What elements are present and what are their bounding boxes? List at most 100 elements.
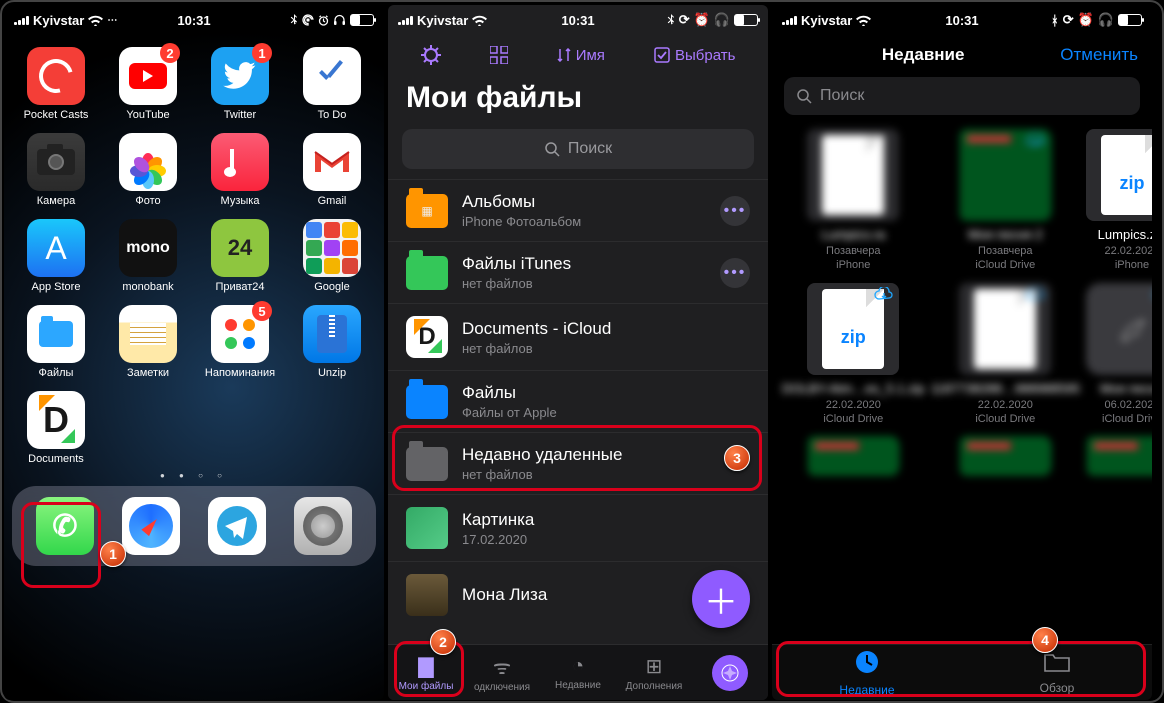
file-item[interactable]: Моя песня 2ПозавчераiCloud Drive [931,129,1080,273]
tab-recents[interactable]: ◔Недавние [540,645,616,700]
view-toggle-button[interactable] [490,46,508,64]
app-label: YouTube [108,109,188,121]
file-row-image[interactable]: Картинка17.02.2020 [388,494,768,561]
app-pocketcasts[interactable]: Pocket Casts [16,47,96,121]
dock-settings[interactable] [294,497,352,555]
app-monobank[interactable]: monomonobank [108,219,188,293]
app-files[interactable]: Файлы [16,305,96,379]
screenshot-documents-app: 10:31 Kyivstar ⟳ ⏰ 🎧 Имя Выбрать Мои фай… [388,5,768,700]
folder-row-files[interactable]: ФайлыФайлы от Apple [388,370,768,432]
step-pointer-2: 2 [430,629,456,655]
folder-row-icloud[interactable]: DDocuments - iCloudнет файлов [388,303,768,370]
status-bar: 10:31 Kyivstar ᚼ ⟳ ⏰ 🎧 [772,5,1152,35]
cloud-download-icon [873,287,895,303]
folder-icon [1043,651,1071,679]
file-item[interactable]: 1187738288…98898859522.02.2020iCloud Dri… [931,283,1080,427]
dock-safari[interactable] [122,497,180,555]
app-gmail[interactable]: Gmail [292,133,372,207]
app-appstore[interactable]: AApp Store [16,219,96,293]
status-time: 10:31 [388,13,768,28]
page-title: Мои файлы [388,75,768,129]
file-item[interactable]: zipLumpics.zip22.02.2020iPhone [1086,129,1152,273]
search-icon [796,88,812,104]
app-todo[interactable]: To Do [292,47,372,121]
app-label: Приват24 [200,281,280,293]
settings-button[interactable] [421,45,441,65]
file-item[interactable] [1086,436,1152,482]
file-item[interactable]: Lumpics.raПозавчераiPhone [782,129,925,273]
app-label: Заметки [108,367,188,379]
badge: 1 [252,43,272,63]
sort-button[interactable]: Имя [557,47,605,64]
app-photos[interactable]: Фото [108,133,188,207]
app-unzip[interactable]: Unzip [292,305,372,379]
app-twitter[interactable]: 1Twitter [200,47,280,121]
app-label: Напоминания [200,367,280,379]
screenshot-home: 10:31 Kyivstar ⋯ Pocket Casts 2YouTube 1… [4,5,384,700]
status-time: 10:31 [4,13,384,28]
page-dots[interactable]: ● ● ○ ○ [4,469,384,486]
step-pointer-3: 3 [724,445,750,471]
search-icon [544,141,560,157]
app-notes[interactable]: Заметки [108,305,188,379]
app-label: Twitter [200,109,280,121]
app-youtube[interactable]: 2YouTube [108,47,188,121]
clock-icon: ◔ [572,655,584,678]
wifi-icon: ᯤ [493,653,511,680]
tab-browse[interactable]: Обзор [962,645,1152,700]
app-google-folder[interactable]: Google [292,219,372,293]
cancel-button[interactable]: Отменить [1060,45,1138,65]
badge: 2 [160,43,180,63]
app-reminders[interactable]: 5Напоминания [200,305,280,379]
file-item[interactable] [931,436,1080,482]
status-time: 10:31 [772,13,1152,28]
more-button[interactable]: ••• [720,258,750,288]
app-label: Музыка [200,195,280,207]
cloud-download-icon [1025,133,1047,149]
folder-row-albums[interactable]: ▦АльбомыiPhone Фотоальбом••• [388,179,768,241]
garageband-icon [1110,307,1152,351]
dock-telegram[interactable] [208,497,266,555]
picker-tabbar: Недавние Обзор [772,644,1152,700]
search-field[interactable]: Поиск [784,77,1140,115]
tab-connections[interactable]: ᯤодключения [464,645,540,700]
app-privat24[interactable]: 24Приват24 [200,219,280,293]
app-camera[interactable]: Камера [16,133,96,207]
compass-icon [712,655,748,691]
file-item[interactable]: zipDOLBY-Atm…es_5.1.zip22.02.2020iCloud … [782,283,925,427]
tutorial-composite: 10:31 Kyivstar ⋯ Pocket Casts 2YouTube 1… [0,0,1164,703]
app-label: Gmail [292,195,372,207]
app-documents[interactable]: DDocuments [16,391,96,465]
tab-browser[interactable] [692,645,768,700]
app-label: To Do [292,109,372,121]
step-pointer-1: 1 [100,541,126,567]
file-item[interactable]: Моя песня06.02.2020iCloud Drive [1086,283,1152,427]
screenshot-files-picker: 10:31 Kyivstar ᚼ ⟳ ⏰ 🎧 Недавние Отменить… [772,5,1152,700]
folder-row-trash[interactable]: Недавно удаленныенет файлов [388,432,768,494]
search-field[interactable]: Поиск [402,129,754,169]
badge: 5 [252,301,272,321]
app-label: Pocket Casts [16,109,96,121]
tab-recents[interactable]: Недавние [772,645,962,700]
more-button[interactable]: ••• [720,196,750,226]
app-music[interactable]: Музыка [200,133,280,207]
grid-icon: ⊞ [646,654,663,679]
search-placeholder: Поиск [568,140,612,158]
dock-phone[interactable]: ✆ [36,497,94,555]
cloud-download-icon [1025,287,1047,303]
folder-row-itunes[interactable]: Файлы iTunesнет файлов••• [388,241,768,303]
home-app-grid: Pocket Casts 2YouTube 1Twitter To Do Кам… [4,35,384,469]
search-placeholder: Поиск [820,87,864,105]
app-label: Фото [108,195,188,207]
tab-addons[interactable]: ⊞Дополнения [616,645,692,700]
status-bar: 10:31 Kyivstar ⟳ ⏰ 🎧 [388,5,768,35]
documents-toolbar: Имя Выбрать [388,35,768,75]
app-label: monobank [108,281,188,293]
add-button[interactable]: ＋ [692,570,750,628]
step-pointer-4: 4 [1032,627,1058,653]
file-item[interactable] [782,436,925,482]
picker-header: Недавние Отменить [772,35,1152,73]
select-button[interactable]: Выбрать [654,47,735,64]
tab-myfiles[interactable]: ▇Мои файлы [388,645,464,700]
dock: ✆ [12,486,376,566]
